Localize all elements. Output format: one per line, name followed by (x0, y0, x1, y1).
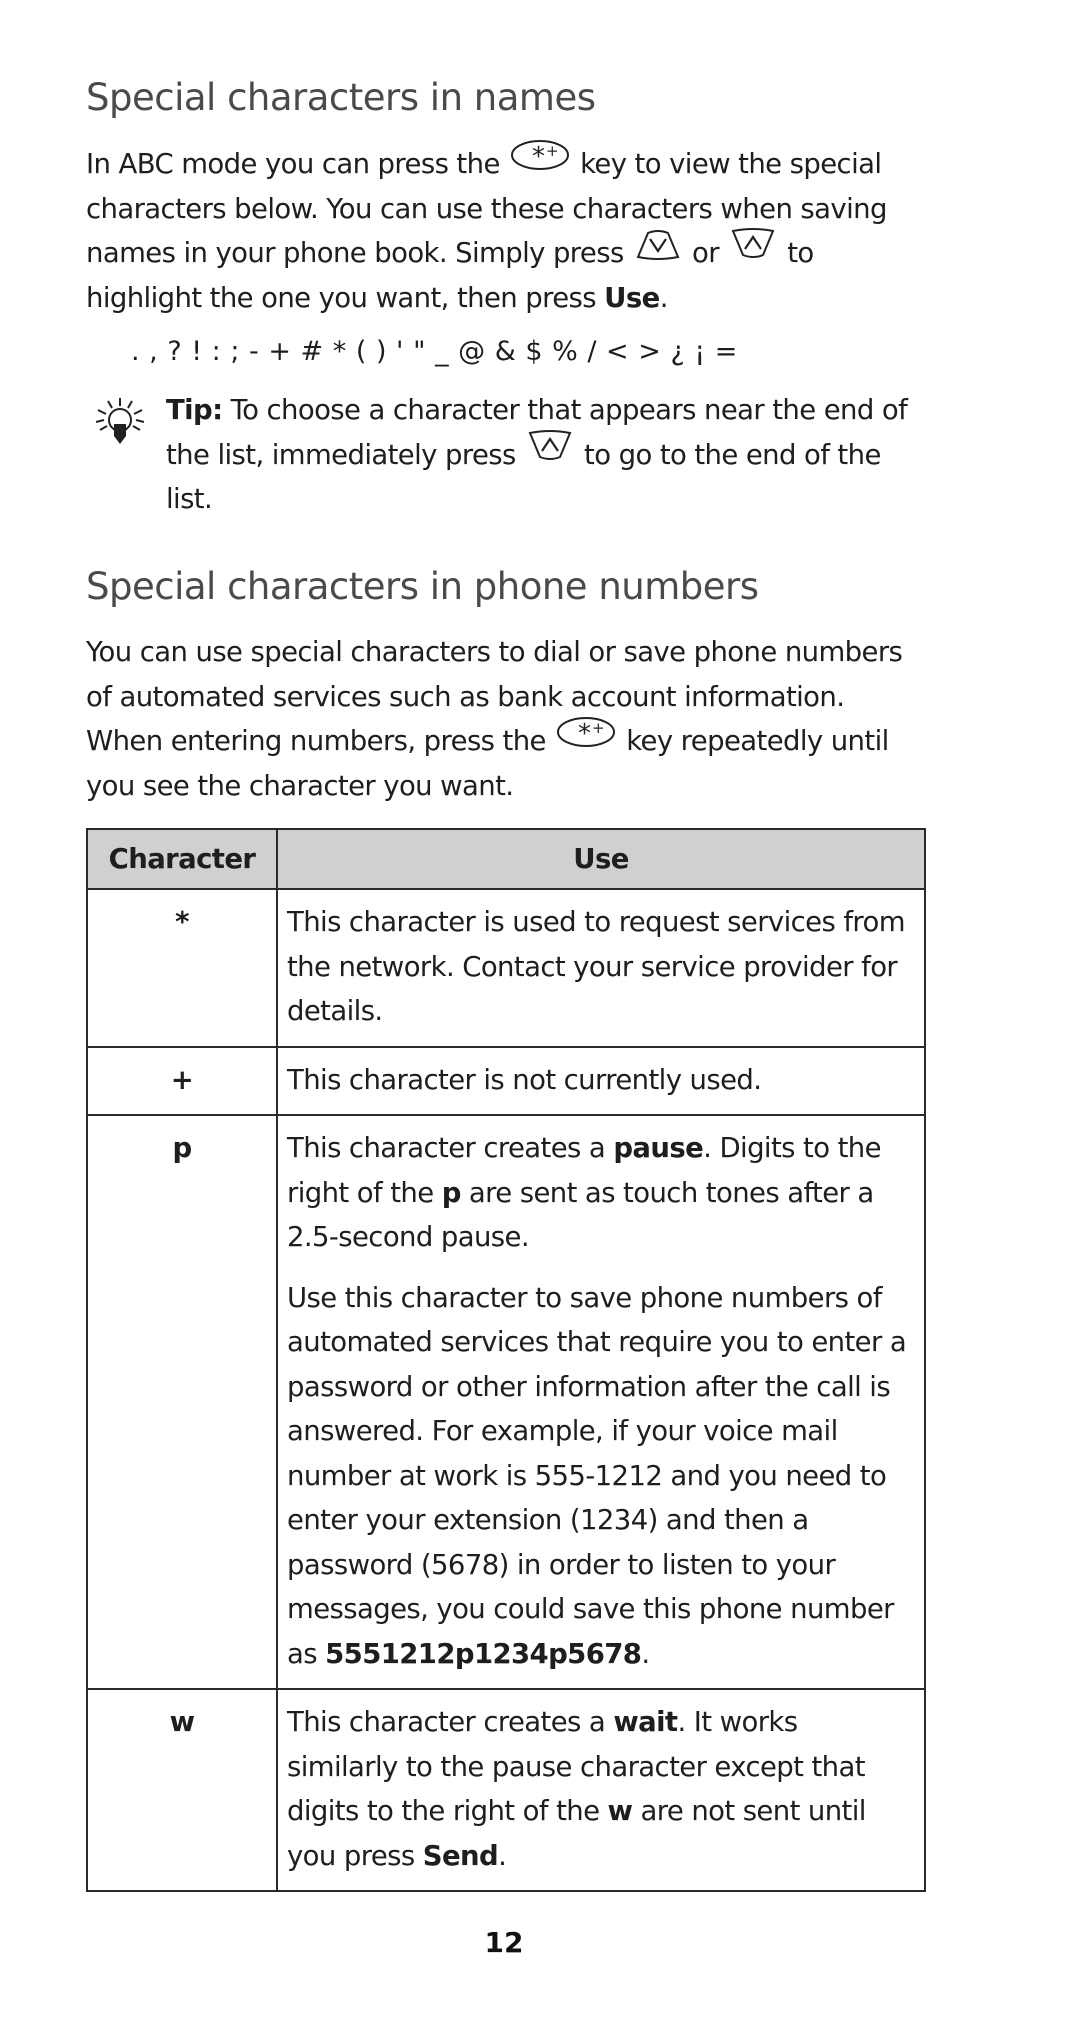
use-text: Use this character to save phone numbers… (287, 1276, 916, 1677)
table-row: * This character is used to request serv… (86, 888, 926, 1048)
use-cell: This character is not currently used. (276, 1045, 926, 1116)
table-row: w This character creates a wait. It work… (86, 1688, 926, 1892)
character-cell: w (86, 1688, 278, 1892)
use-cell: This character creates a wait. It works … (276, 1688, 926, 1892)
bold-term: wait (613, 1706, 678, 1738)
svg-text:*: * (532, 142, 545, 172)
text: . (641, 1637, 650, 1670)
use-text: This character creates a pause. Digits t… (287, 1126, 916, 1260)
scroll-down-key-icon (634, 227, 682, 275)
table-row: p This character creates a pause. Digits… (86, 1114, 926, 1690)
example-number: 5551212p1234p5678 (325, 1637, 642, 1670)
section-title-phone-numbers: Special characters in phone numbers (86, 565, 759, 608)
text: or (692, 237, 720, 269)
text: . (498, 1839, 507, 1872)
svg-text:+: + (546, 142, 558, 160)
text: This character creates a (287, 1706, 614, 1738)
star-plus-key-icon: * + (556, 715, 616, 763)
use-softkey-label: Use (604, 281, 660, 314)
special-characters-table: Character Use * This character is used t… (86, 828, 926, 1892)
special-characters-list: . , ? ! : ; - + # * ( ) ' " _ @ & $ % / … (131, 336, 738, 367)
use-text: This character creates a wait. It works … (287, 1700, 916, 1878)
character-cell: p (86, 1114, 278, 1690)
scroll-up-key-icon (526, 429, 574, 477)
names-intro-paragraph: In ABC mode you can press the * + key to … (86, 140, 926, 320)
table-row: + This character is not currently used. (86, 1045, 926, 1116)
tip-text: Tip: To choose a character that appears … (166, 388, 926, 522)
tip-label: Tip: (166, 394, 223, 426)
text: . (659, 281, 669, 314)
bold-term: w (607, 1795, 633, 1827)
section-title-names: Special characters in names (86, 76, 596, 119)
bold-term: p (441, 1176, 462, 1209)
text: This character creates a (287, 1132, 614, 1164)
svg-text:*: * (578, 719, 591, 749)
page-number: 12 (484, 1926, 524, 1959)
use-cell: This character creates a pause. Digits t… (276, 1114, 926, 1690)
character-cell: * (86, 888, 278, 1048)
scroll-up-key-icon (729, 227, 777, 275)
text: Use this character to save phone numbers… (287, 1281, 907, 1670)
table-header-row: Character Use (86, 828, 926, 890)
lightbulb-icon (94, 396, 146, 453)
use-text: This character is not currently used. (287, 1063, 762, 1096)
use-cell: This character is used to request servic… (276, 888, 926, 1048)
svg-text:+: + (592, 719, 604, 737)
phone-numbers-intro-paragraph: You can use special characters to dial o… (86, 630, 926, 808)
star-plus-key-icon: * + (510, 138, 570, 186)
bold-term: pause (613, 1132, 704, 1164)
use-text: This character is used to request servic… (287, 906, 906, 1027)
header-use: Use (276, 828, 926, 890)
send-key-label: Send (422, 1839, 499, 1872)
header-character: Character (86, 828, 278, 890)
character-cell: + (86, 1045, 278, 1116)
text: In ABC mode you can press the (86, 148, 500, 180)
